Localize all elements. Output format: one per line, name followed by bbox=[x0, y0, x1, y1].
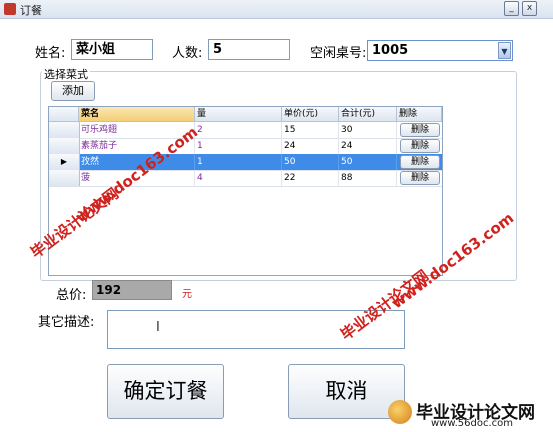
total-cell: 24 bbox=[339, 138, 397, 154]
table-number-value: 1005 bbox=[372, 43, 409, 58]
column-header-dish[interactable]: 菜名 bbox=[79, 107, 195, 122]
total-cell: 30 bbox=[339, 122, 397, 138]
price-cell: 24 bbox=[282, 138, 339, 154]
column-header-price[interactable]: 单价(元) bbox=[282, 107, 339, 122]
party-size-field[interactable]: 5 bbox=[208, 39, 290, 60]
row-header[interactable] bbox=[49, 170, 80, 186]
footer-watermark-url: www.56doc.com bbox=[431, 418, 514, 429]
grid-corner-header bbox=[49, 107, 79, 122]
delete-row-button[interactable]: 删除 bbox=[400, 155, 440, 169]
name-label: 姓名: bbox=[35, 46, 66, 61]
price-cell: 15 bbox=[282, 122, 339, 138]
text-cursor-icon: I bbox=[156, 320, 160, 335]
party-size-label: 人数: bbox=[172, 46, 203, 61]
currency-unit: 元 bbox=[182, 289, 192, 300]
table-number-label: 空闲桌号: bbox=[310, 46, 367, 61]
logo-icon bbox=[388, 400, 412, 424]
close-button[interactable]: x bbox=[522, 1, 537, 16]
column-header-qty[interactable]: 量 bbox=[195, 107, 282, 122]
qty-cell[interactable]: 1 bbox=[195, 138, 282, 154]
app-icon bbox=[4, 3, 16, 15]
current-row-icon[interactable]: ▶ bbox=[49, 154, 80, 170]
delete-row-button[interactable]: 删除 bbox=[400, 171, 440, 185]
table-row[interactable]: 可乐鸡翅 2 15 30 删除 bbox=[49, 122, 442, 139]
table-row[interactable]: 素蒸茄子 1 24 24 删除 bbox=[49, 138, 442, 155]
total-price-field: 192 bbox=[92, 280, 172, 300]
add-dish-button[interactable]: 添加 bbox=[51, 81, 95, 101]
delete-row-button[interactable]: 删除 bbox=[400, 139, 440, 153]
dish-selection-label: 选择菜式 bbox=[42, 66, 90, 82]
chevron-down-icon[interactable]: ▼ bbox=[498, 42, 511, 59]
name-field[interactable]: 菜小姐 bbox=[71, 39, 153, 60]
qty-cell[interactable]: 2 bbox=[195, 122, 282, 138]
total-cell: 88 bbox=[339, 170, 397, 186]
total-label: 总价: bbox=[56, 288, 87, 303]
row-header[interactable] bbox=[49, 122, 80, 138]
table-number-select[interactable]: 1005 ▼ bbox=[367, 40, 513, 61]
delete-row-button[interactable]: 删除 bbox=[400, 123, 440, 137]
price-cell: 22 bbox=[282, 170, 339, 186]
minimize-button[interactable]: _ bbox=[504, 1, 519, 16]
table-row-selected[interactable]: ▶ 孜然 1 50 50 删除 bbox=[49, 154, 442, 171]
column-header-total[interactable]: 合计(元) bbox=[339, 107, 397, 122]
row-header[interactable] bbox=[49, 138, 80, 154]
column-header-delete[interactable]: 删除 bbox=[397, 107, 442, 122]
notes-label: 其它描述: bbox=[38, 315, 95, 330]
qty-cell[interactable]: 1 bbox=[195, 154, 282, 170]
window-title: 订餐 bbox=[20, 4, 42, 17]
title-bar: 订餐 _ x bbox=[0, 0, 553, 19]
price-cell: 50 bbox=[282, 154, 339, 170]
confirm-order-button[interactable]: 确定订餐 bbox=[107, 364, 224, 419]
qty-cell[interactable]: 4 bbox=[195, 170, 282, 186]
total-cell: 50 bbox=[339, 154, 397, 170]
